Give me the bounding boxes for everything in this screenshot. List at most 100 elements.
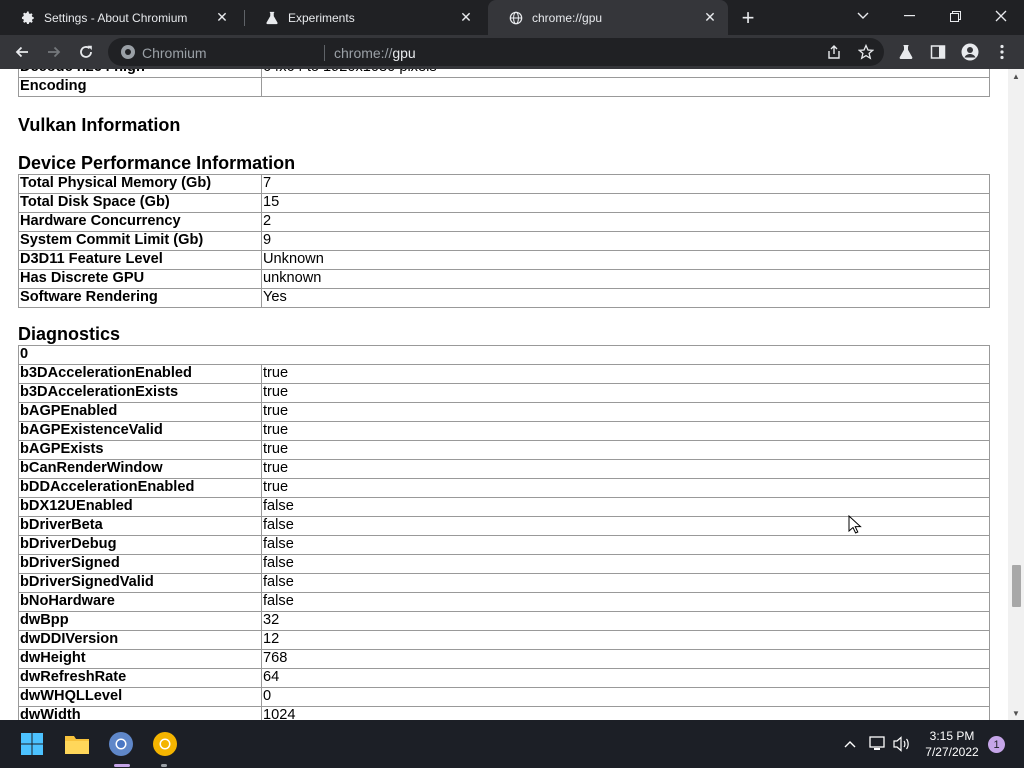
row-key: dwWidth (18, 706, 262, 720)
globe-icon (508, 10, 524, 26)
row-key: bDriverBeta (18, 516, 262, 536)
diagnostics-index-header: 0 (18, 345, 990, 365)
row-value: 15 (261, 193, 990, 213)
address-bar[interactable]: Chromium chrome://gpu (108, 38, 884, 66)
taskbar-clock[interactable]: 3:15 PM 7/27/2022 (916, 728, 988, 760)
chromium-taskbar-icon[interactable] (105, 728, 137, 760)
page-scrollbar[interactable]: ▲ ▼ (1008, 69, 1024, 720)
row-value: true (261, 421, 990, 441)
scroll-down-arrow-icon[interactable]: ▼ (1008, 706, 1024, 720)
row-key: Software Rendering (18, 288, 262, 308)
table-row: Decode h264 high 64x64 to 1920x1080 pixe… (18, 69, 990, 78)
clock-time: 3:15 PM (929, 729, 975, 743)
table-header-row: 0 (18, 345, 990, 365)
tab-title: Experiments (288, 10, 355, 25)
row-value: 9 (261, 231, 990, 251)
url-host: gpu (392, 45, 416, 61)
row-value: 64x64 to 1920x1080 pixels (261, 69, 990, 78)
table-row: D3D11 Feature Level Unknown (18, 250, 990, 270)
row-key: Total Physical Memory (Gb) (18, 174, 262, 194)
tab-experiments[interactable]: Experiments ✕ (244, 0, 484, 35)
tab-settings-about[interactable]: Settings - About Chromium ✕ (0, 0, 240, 35)
diagnostics-table: 0 b3DAccelerationEnabled true b3DAccelera… (18, 345, 990, 720)
table-row: b3DAccelerationEnabled true (18, 364, 990, 384)
chrome-canary-icon[interactable] (149, 728, 181, 760)
row-value: 32 (261, 611, 990, 631)
row-key: bAGPExistenceValid (18, 421, 262, 441)
table-row: bDriverBeta false (18, 516, 990, 536)
running-app-indicator (161, 764, 167, 767)
row-value: true (261, 402, 990, 422)
row-key: bDDAccelerationEnabled (18, 478, 262, 498)
forward-button[interactable] (42, 40, 66, 64)
site-label: Chromium (142, 45, 207, 61)
tab-title: Settings - About Chromium (44, 10, 188, 25)
bookmark-star-icon[interactable] (854, 40, 878, 64)
new-tab-button[interactable]: + (736, 5, 760, 30)
side-panel-icon[interactable] (926, 40, 950, 64)
tab-gpu[interactable]: chrome://gpu ✕ (488, 0, 728, 35)
row-key: b3DAccelerationExists (18, 383, 262, 403)
table-row: Encoding (18, 77, 990, 97)
table-row: Total Disk Space (Gb) 15 (18, 193, 990, 213)
row-value: false (261, 535, 990, 555)
table-row: dwRefreshRate 64 (18, 668, 990, 688)
url-scheme: chrome:// (334, 45, 393, 61)
section-heading-diagnostics: Diagnostics (18, 324, 121, 344)
row-key: bDriverSigned (18, 554, 262, 574)
table-row: bDDAccelerationEnabled true (18, 478, 990, 498)
close-tab-icon[interactable]: ✕ (456, 8, 476, 28)
video-decode-table: Decode h264 high 64x64 to 1920x1080 pixe… (18, 69, 990, 97)
device-performance-table: Total Physical Memory (Gb) 7 Total Disk S… (18, 174, 990, 308)
experiments-flask-icon[interactable] (894, 40, 918, 64)
row-key: bAGPExists (18, 440, 262, 460)
row-value: 64 (261, 668, 990, 688)
restore-button[interactable] (932, 0, 978, 32)
chromium-site-icon[interactable] (120, 44, 136, 60)
section-heading-vulkan: Vulkan Information (18, 115, 181, 135)
table-row: Hardware Concurrency 2 (18, 212, 990, 232)
scrollbar-thumb[interactable] (1012, 565, 1021, 607)
menu-kebab-icon[interactable] (990, 40, 1014, 64)
minimize-button[interactable] (886, 0, 932, 32)
tab-search-chevron-icon[interactable] (840, 0, 886, 32)
row-value: Unknown (261, 250, 990, 270)
close-tab-icon[interactable]: ✕ (212, 8, 232, 28)
row-key: dwDDIVersion (18, 630, 262, 650)
profile-avatar-icon[interactable] (958, 40, 982, 64)
back-button[interactable] (10, 40, 34, 64)
row-key: dwRefreshRate (18, 668, 262, 688)
active-app-indicator (114, 764, 130, 767)
share-icon[interactable] (822, 40, 846, 64)
tab-title: chrome://gpu (532, 10, 603, 25)
section-heading-device-performance: Device Performance Information (18, 153, 296, 173)
notification-badge[interactable]: 1 (988, 736, 1005, 753)
row-value: false (261, 497, 990, 517)
table-row: System Commit Limit (Gb) 9 (18, 231, 990, 251)
row-key: bNoHardware (18, 592, 262, 612)
close-window-button[interactable] (978, 0, 1024, 32)
file-explorer-icon[interactable] (61, 728, 93, 760)
row-value: true (261, 459, 990, 479)
windows-taskbar: 3:15 PM 7/27/2022 1 (0, 720, 1024, 768)
url-text[interactable]: chrome://gpu (334, 45, 416, 61)
row-value: false (261, 573, 990, 593)
page-content: Decode h264 high 64x64 to 1920x1080 pixe… (0, 69, 1008, 720)
scroll-up-arrow-icon[interactable]: ▲ (1008, 69, 1024, 83)
row-value: true (261, 364, 990, 384)
table-row: bDX12UEnabled false (18, 497, 990, 517)
table-row: Software Rendering Yes (18, 288, 990, 308)
windows-start-icon[interactable] (16, 728, 48, 760)
table-row: bDriverDebug false (18, 535, 990, 555)
volume-icon[interactable] (886, 728, 918, 760)
table-row: Has Discrete GPU unknown (18, 269, 990, 289)
reload-button[interactable] (74, 40, 98, 64)
row-key: dwWHQLLevel (18, 687, 262, 707)
row-key: D3D11 Feature Level (18, 250, 262, 270)
table-row: bDriverSignedValid false (18, 573, 990, 593)
table-row: Total Physical Memory (Gb) 7 (18, 174, 990, 194)
close-tab-icon[interactable]: ✕ (700, 8, 720, 28)
row-key: Encoding (18, 77, 262, 97)
tab-strip: Settings - About Chromium ✕ Experiments … (0, 0, 1024, 35)
row-value: true (261, 383, 990, 403)
